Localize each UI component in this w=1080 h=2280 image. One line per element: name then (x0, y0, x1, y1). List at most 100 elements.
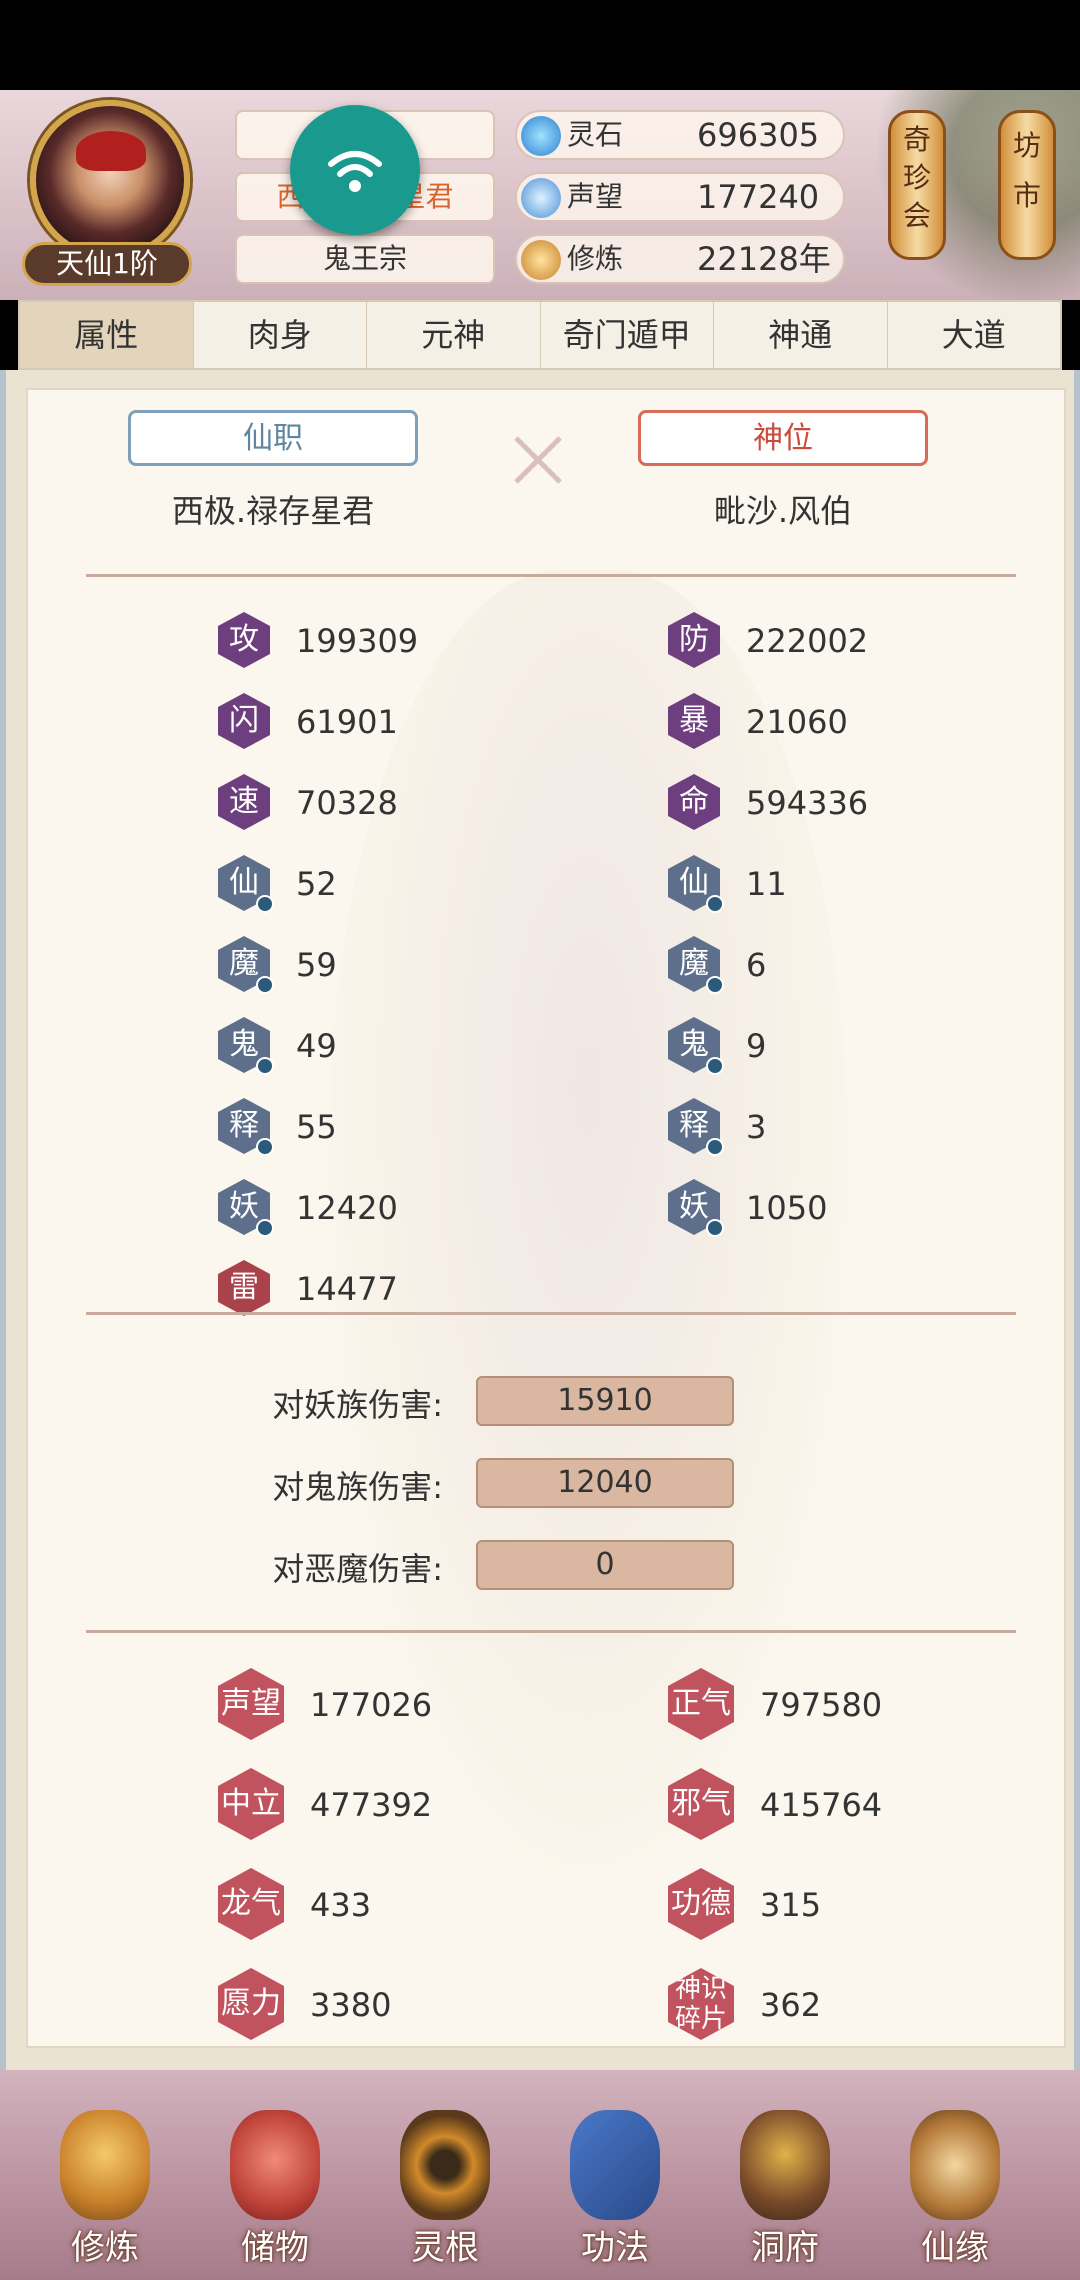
divider (86, 574, 1016, 577)
lantern-market[interactable]: 坊市 (998, 110, 1056, 260)
left-stat-icon: 速 (218, 774, 270, 830)
right-stat-value: 222002 (746, 622, 869, 660)
nav-cultivate[interactable]: 修炼 (35, 2090, 175, 2280)
resource-value: 177240 (697, 178, 820, 216)
nav-techniques[interactable]: 功法 (545, 2090, 685, 2280)
spirit-stone-icon (521, 116, 561, 156)
lantern-label: 坊市 (1012, 129, 1041, 212)
resource-value: 696305 (697, 116, 820, 154)
reputation-icon (521, 178, 561, 218)
crossed-swords-icon (508, 430, 568, 490)
nav-storage[interactable]: 储物 (205, 2090, 345, 2280)
right-stat-value: 1050 (746, 1189, 828, 1227)
attribute-panel: 仙职 西极.禄存星君 神位 毗沙.风伯 攻 199309 闪 61901 速 70328 仙… (0, 370, 1080, 2070)
damage-label: 对妖族伤害: (272, 1386, 443, 1424)
damage-value: 0 (476, 1540, 734, 1590)
damage-value: 12040 (476, 1458, 734, 1508)
reputation-value: 315 (760, 1886, 822, 1924)
nav-cave-abode[interactable]: 洞府 (715, 2090, 855, 2280)
right-stat-value: 6 (746, 946, 767, 984)
reputation-icon-label: 中立 (218, 1768, 284, 1840)
reputation-icon-label: 声望 (218, 1668, 284, 1740)
left-stat-value: 70328 (296, 784, 398, 822)
info-dot-icon[interactable] (256, 895, 274, 913)
lantern-treasure-auction[interactable]: 奇珍会 (888, 110, 946, 260)
left-stat-icon: 雷 (218, 1260, 270, 1316)
left-stat-value: 59 (296, 946, 337, 984)
left-stat-icon: 闪 (218, 693, 270, 749)
tab-body[interactable]: 肉身 (194, 302, 367, 368)
right-stat-value: 11 (746, 865, 787, 903)
game-screen: 天仙1阶 西极.禄存星君 鬼王宗 灵石 696305 声望 177240 修炼 … (0, 0, 1080, 2280)
reputation-value: 477392 (310, 1786, 433, 1824)
divider (86, 1630, 1016, 1633)
tab-divine-power[interactable]: 神通 (714, 302, 888, 368)
xianzhi-value: 西极.禄存星君 (171, 492, 375, 530)
info-dot-icon[interactable] (256, 1219, 274, 1237)
manual-book-icon (570, 2110, 660, 2220)
wifi-icon (328, 151, 382, 192)
info-dot-icon[interactable] (706, 1219, 724, 1237)
damage-value: 15910 (476, 1376, 734, 1426)
right-stat-value: 9 (746, 1027, 767, 1065)
nav-label: 功法 (581, 2228, 649, 2268)
tab-spirit[interactable]: 元神 (367, 302, 541, 368)
nav-label: 仙缘 (921, 2228, 989, 2268)
info-dot-icon[interactable] (256, 976, 274, 994)
status-bar (0, 0, 1080, 90)
reputation-icon-label: 愿力 (218, 1968, 284, 2040)
resource-label: 灵石 (567, 118, 624, 151)
attribute-panel-inner: 仙职 西极.禄存星君 神位 毗沙.风伯 攻 199309 闪 61901 速 70328 仙… (26, 388, 1066, 2048)
resource-label: 声望 (567, 180, 624, 213)
reputation-value: 3380 (310, 1986, 392, 2024)
rank-badge: 天仙1阶 (22, 242, 192, 286)
nav-destiny[interactable]: 仙缘 (885, 2090, 1025, 2280)
info-dot-icon[interactable] (256, 1057, 274, 1075)
cave-gate-icon (740, 2110, 830, 2220)
nav-label: 修炼 (71, 2228, 139, 2268)
avatar[interactable] (30, 100, 190, 260)
tab-bar: 属性 肉身 元神 奇门遁甲 神通 大道 (18, 300, 1062, 370)
left-stat-value: 12420 (296, 1189, 398, 1227)
damage-label: 对鬼族伤害: (272, 1468, 443, 1506)
xianzhi-plaque: 仙职 (128, 410, 418, 466)
wifi-float-button[interactable] (290, 105, 420, 235)
info-dot-icon[interactable] (706, 1057, 724, 1075)
reputation-value: 433 (310, 1886, 372, 1924)
resource-reputation: 声望 177240 (515, 172, 845, 222)
right-stat-value: 594336 (746, 784, 869, 822)
tab-dao[interactable]: 大道 (888, 302, 1061, 368)
info-dot-icon[interactable] (706, 895, 724, 913)
sect-box: 鬼王宗 (235, 234, 495, 284)
left-stat-value: 61901 (296, 703, 398, 741)
tab-qimen[interactable]: 奇门遁甲 (541, 302, 714, 368)
tab-attributes[interactable]: 属性 (20, 302, 194, 368)
info-dot-icon[interactable] (706, 976, 724, 994)
gourd-icon (910, 2110, 1000, 2220)
reputation-icon-label: 功德 (668, 1868, 734, 1940)
reputation-value: 362 (760, 1986, 822, 2024)
resource-label: 修炼 (567, 242, 624, 275)
resource-cultivation: 修炼 22128年 (515, 234, 845, 284)
left-stat-value: 49 (296, 1027, 337, 1065)
right-stat-value: 3 (746, 1108, 767, 1146)
shenwei-plaque: 神位 (638, 410, 928, 466)
treasure-bag-icon (230, 2110, 320, 2220)
resource-value: 22128年 (697, 240, 831, 278)
triskelion-icon (400, 2110, 490, 2220)
info-dot-icon[interactable] (706, 1138, 724, 1156)
info-dot-icon[interactable] (256, 1138, 274, 1156)
nav-spirit-root[interactable]: 灵根 (375, 2090, 515, 2280)
divider (86, 1312, 1016, 1315)
reputation-icon-label: 龙气 (218, 1868, 284, 1940)
left-stat-value: 55 (296, 1108, 337, 1146)
resource-spirit-stone: 灵石 696305 (515, 110, 845, 160)
reputation-value: 797580 (760, 1686, 883, 1724)
nav-label: 灵根 (411, 2228, 479, 2268)
shenwei-value: 毗沙.风伯 (713, 492, 853, 530)
cultivation-icon (521, 240, 561, 280)
left-stat-value: 52 (296, 865, 337, 903)
left-stat-value: 199309 (296, 622, 419, 660)
left-stat-value: 14477 (296, 1270, 398, 1308)
nav-label: 洞府 (751, 2228, 819, 2268)
